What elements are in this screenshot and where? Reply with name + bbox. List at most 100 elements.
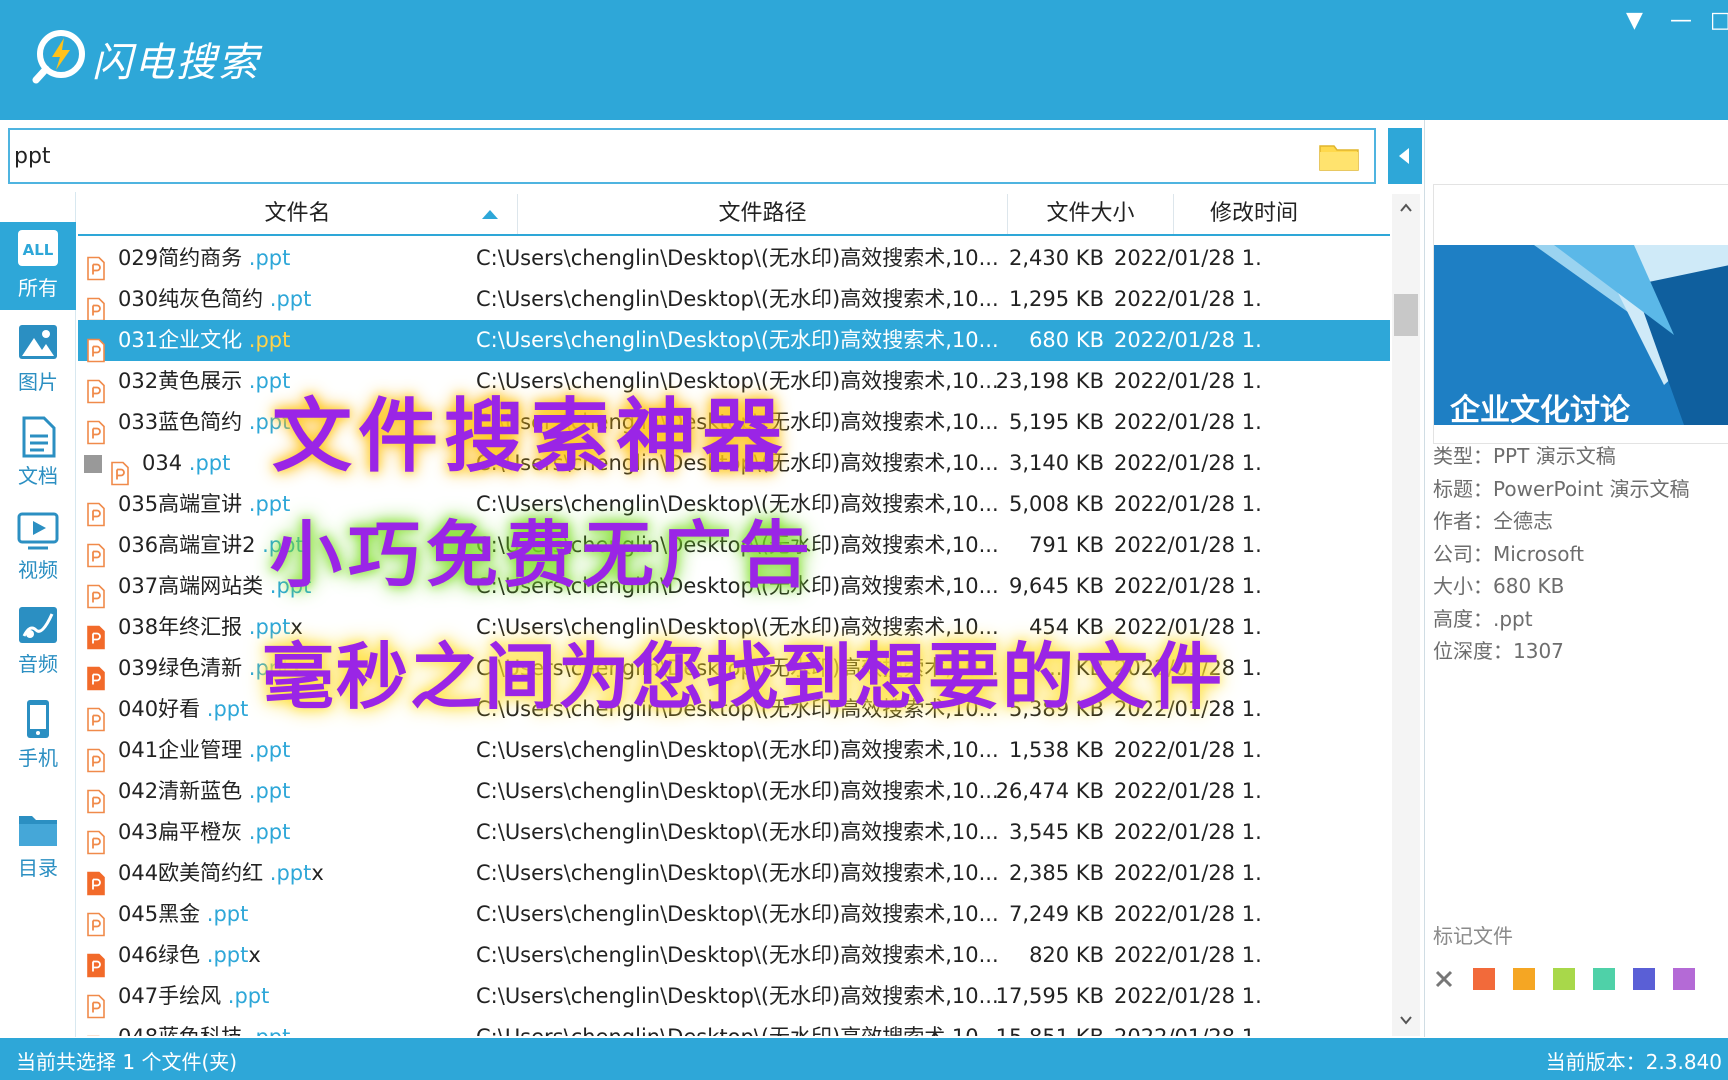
file-extension-suffix: x [311,861,324,885]
table-row[interactable]: 047手绘风 .ppt C:\Users\chenglin\Desktop\(无水… [78,976,1390,1019]
file-size: 5,008 KB [1009,492,1104,516]
file-name-base: 031企业文化 [118,328,249,352]
file-modified-date: 2022/01/28 1... [1114,779,1264,803]
image-icon [19,325,57,359]
file-extension: .ppt [206,697,249,721]
file-modified-date: 2022/01/28 1... [1114,451,1264,475]
status-bar: 当前共选择 1 个文件(夹) 当前版本：2.3.840 [0,1038,1728,1080]
mark-file-title: 标记文件 [1433,924,1513,948]
file-name-base: 039绿色清新 [118,656,249,680]
sidebar-item-documents[interactable]: 文档 [0,410,76,498]
file-name: 030纯灰色简约 .ppt [118,279,538,320]
video-icon [17,512,59,550]
file-modified-date: 2022/01/28 1... [1114,410,1264,434]
sidebar-item-all[interactable]: ALL 所有 [0,222,76,310]
minimize-icon[interactable]: — [1670,8,1692,33]
file-thumbnail: 企业文化讨论 [1433,184,1728,444]
vertical-scrollbar[interactable] [1392,194,1420,1036]
maximize-icon[interactable]: □ [1710,8,1728,33]
file-name: 043扁平橙灰 .ppt [118,812,538,853]
promo-subline: 小巧免费无广告 [270,513,817,597]
file-extension: .ppt [269,287,312,311]
file-name: 042清新蓝色 .ppt [118,771,538,812]
table-row[interactable]: 045黑金 .ppt C:\Users\chenglin\Desktop\(无水印… [78,894,1390,937]
file-extension: .ppt [269,861,312,885]
folder-browse-icon[interactable] [1318,140,1360,172]
file-modified-date: 2022/01/28 1... [1114,574,1264,598]
column-header-label: 文件大小 [1046,201,1135,226]
document-icon [22,416,56,458]
search-box [8,128,1376,184]
column-header-path[interactable]: 文件路径 [518,194,1008,234]
file-name-base: 036高端宣讲2 [118,533,263,557]
table-row[interactable]: 042清新蓝色 .ppt C:\Users\chenglin\Desktop\(无… [78,771,1390,814]
file-modified-date: 2022/01/28 1... [1114,328,1264,352]
file-modified-date: 2022/01/28 1... [1114,861,1264,885]
table-row[interactable]: 046绿色 .pptx C:\Users\chenglin\Desktop\(无水… [78,935,1390,978]
menu-dropdown-icon[interactable]: ▼ [1626,8,1643,33]
mark-color-teal[interactable] [1593,968,1615,990]
file-modified-date: 2022/01/28 1... [1114,369,1264,393]
column-header-name[interactable]: 文件名 [78,194,518,234]
file-size: 2,385 KB [1009,861,1104,885]
sidebar-item-label: 视频 [18,558,58,582]
table-row[interactable]: 043扁平橙灰 .ppt C:\Users\chenglin\Desktop\(无… [78,812,1390,855]
mark-color-blue[interactable] [1633,968,1655,990]
selection-status: 当前共选择 1 个文件(夹) [16,1050,238,1074]
file-name-base: 041企业管理 [118,738,249,762]
file-size: 17,595 KB [995,984,1104,1008]
lightning-search-logo-icon [32,30,85,84]
file-modified-date: 2022/01/28 1... [1114,246,1264,270]
file-modified-date: 2022/01/28 1... [1114,820,1264,844]
table-row[interactable]: 029简约商务 .ppt C:\Users\chenglin\Desktop\(无… [78,238,1390,281]
file-extension: .ppt [206,902,249,926]
file-modified-date: 2022/01/28 1... [1114,1017,1264,1036]
sidebar-item-videos[interactable]: 视频 [0,504,76,592]
file-name: 041企业管理 .ppt [118,730,538,771]
svg-text:ALL: ALL [23,241,54,259]
file-size: 680 KB [1029,328,1104,352]
file-size: 820 KB [1029,943,1104,967]
table-row[interactable]: 044欧美简约红 .pptx C:\Users\chenglin\Desktop\… [78,853,1390,896]
scrollbar-thumb[interactable] [1394,294,1418,336]
mark-color-green[interactable] [1553,968,1575,990]
file-name-base: 029简约商务 [118,246,249,270]
table-row[interactable]: 048蓝色科技 .pptC:\Users\chenglin\Desktop\(无… [78,1017,1390,1036]
file-extension: .ppt [227,984,270,1008]
file-name: 031企业文化 .ppt [118,320,538,361]
phone-icon [27,700,49,738]
clear-mark-icon[interactable] [1433,968,1455,990]
table-row[interactable]: 030纯灰色简约 .ppt C:\Users\chenglin\Desktop\(… [78,279,1390,322]
thumbnail-title: 企业文化讨论 [1450,393,1630,428]
file-modified-date: 2022/01/28 1... [1114,287,1264,311]
mark-color-orange-red[interactable] [1473,968,1495,990]
file-table: 文件名 文件路径 文件大小 修改时间 029简约商务 .ppt C:\Users\… [78,194,1390,1036]
scroll-down-icon[interactable] [1398,1012,1414,1028]
file-name-base: 048蓝色科技 [118,1025,249,1036]
row-checkbox[interactable] [84,455,102,473]
mark-color-orange[interactable] [1513,968,1535,990]
meta-type: 类型：PPT 演示文稿 [1433,444,1616,468]
sidebar-item-audio[interactable]: 音频 [0,598,76,686]
column-header-date[interactable]: 修改时间 [1174,194,1334,234]
mark-color-purple[interactable] [1673,968,1695,990]
file-size: 3,140 KB [1009,451,1104,475]
table-row[interactable]: 031企业文化 .ppt C:\Users\chenglin\Desktop\(无… [78,320,1390,363]
collapse-preview-button[interactable] [1388,128,1422,184]
table-row[interactable]: 041企业管理 .ppt C:\Users\chenglin\Desktop\(无… [78,730,1390,773]
column-header-size[interactable]: 文件大小 [1008,194,1174,234]
sidebar-item-folders[interactable]: 目录 [0,802,76,890]
file-name-base: 042清新蓝色 [118,779,249,803]
meta-bit-depth: 位深度：1307 [1433,639,1564,663]
file-metadata: 类型：PPT 演示文稿 标题：PowerPoint 演示文稿 作者：仝德志 公司… [1433,440,1689,668]
file-extension: .ppt [248,328,291,352]
sidebar-item-label: 音频 [18,652,58,676]
file-modified-date: 2022/01/28 1... [1114,492,1264,516]
scroll-up-icon[interactable] [1398,200,1414,216]
sidebar-item-phone[interactable]: 手机 [0,692,76,780]
file-extension: .ppt [248,738,291,762]
sidebar-item-images[interactable]: 图片 [0,316,76,404]
search-input[interactable] [14,136,1314,176]
file-name-base: 047手绘风 [118,984,228,1008]
meta-company: 公司：Microsoft [1433,541,1585,566]
